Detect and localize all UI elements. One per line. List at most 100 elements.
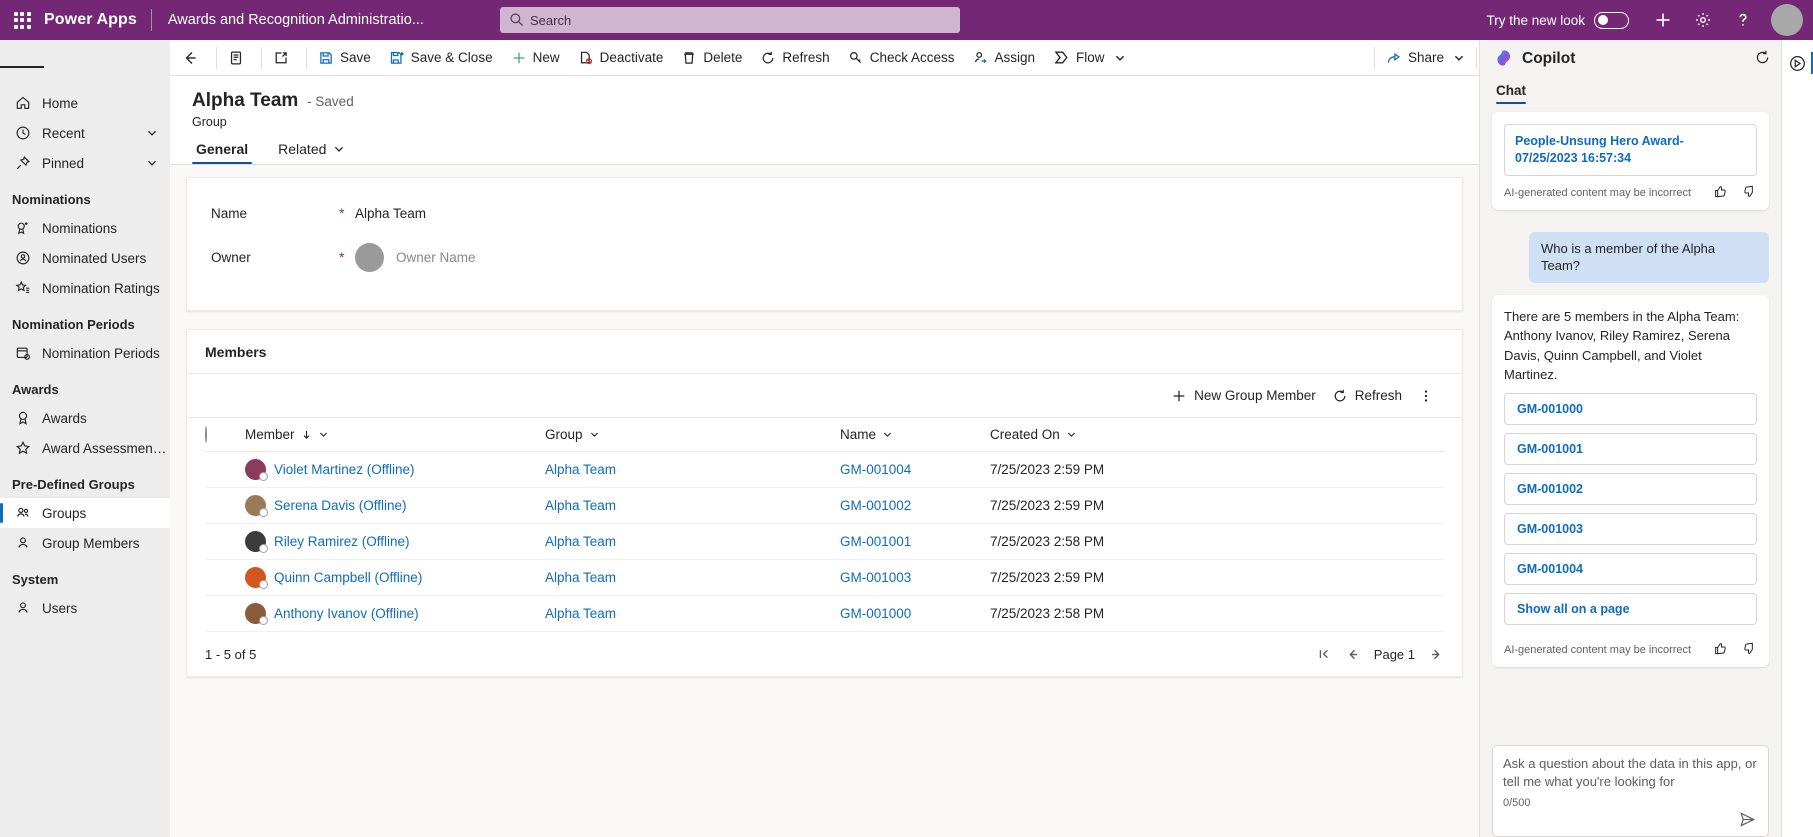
sidebar-item-awards[interactable]: Awards — [0, 403, 170, 433]
previous-page-button[interactable] — [1345, 647, 1360, 662]
tab-general[interactable]: General — [192, 141, 253, 164]
name-link[interactable]: GM-001002 — [840, 498, 911, 513]
chevron-down-icon[interactable] — [583, 429, 600, 440]
cell-member[interactable]: Serena Davis (Offline) — [245, 487, 545, 524]
show-all-on-page-button[interactable]: Show all on a page — [1504, 592, 1757, 625]
cell-group[interactable]: Alpha Team — [545, 487, 840, 524]
field-value-owner[interactable]: Owner Name — [355, 242, 476, 272]
cell-name[interactable]: GM-001004 — [840, 451, 990, 488]
group-link[interactable]: Alpha Team — [545, 498, 616, 513]
thumbs-up-icon[interactable] — [1713, 184, 1728, 202]
table-row[interactable]: Violet Martinez (Offline) Alpha Team GM-… — [205, 451, 1444, 488]
flow-button[interactable]: Flow — [1044, 40, 1135, 76]
table-row[interactable]: Serena Davis (Offline) Alpha Team GM-001… — [205, 487, 1444, 524]
cell-member[interactable]: Violet Martinez (Offline) — [245, 451, 545, 488]
cell-name[interactable]: GM-001003 — [840, 559, 990, 596]
new-look-toggle[interactable] — [1594, 11, 1629, 29]
cell-group[interactable]: Alpha Team — [545, 559, 840, 596]
sidebar-item-group-members[interactable]: Group Members — [0, 528, 170, 558]
thumbs-down-icon[interactable] — [1742, 184, 1757, 202]
name-link[interactable]: GM-001001 — [840, 534, 911, 549]
user-avatar[interactable] — [1771, 4, 1803, 36]
copilot-send-button[interactable] — [1503, 809, 1758, 832]
chevron-down-icon[interactable] — [876, 429, 893, 440]
back-button[interactable] — [172, 40, 214, 76]
sidebar-item-nominations[interactable]: Nominations — [0, 213, 170, 243]
copilot-input-area[interactable]: Ask a question about the data in this ap… — [1492, 744, 1769, 837]
column-header-name[interactable]: Name — [840, 418, 990, 452]
copilot-tab-chat[interactable]: Chat — [1496, 83, 1526, 104]
app-name[interactable]: Awards and Recognition Administratio... — [152, 12, 424, 28]
sidebar-item-nomination-periods[interactable]: Nomination Periods — [0, 338, 170, 368]
cell-name[interactable]: GM-001000 — [840, 595, 990, 632]
sidebar-item-award-assessment[interactable]: Award Assessment R... — [0, 433, 170, 463]
record-chip[interactable]: GM-001004 — [1504, 552, 1757, 585]
subgrid-refresh-button[interactable]: Refresh — [1324, 381, 1410, 411]
copilot-refresh-button[interactable] — [1754, 49, 1771, 69]
next-page-button[interactable] — [1429, 647, 1444, 662]
group-link[interactable]: Alpha Team — [545, 570, 616, 585]
row-select-cell[interactable] — [205, 451, 245, 488]
record-chip[interactable]: GM-001002 — [1504, 472, 1757, 505]
member-link[interactable]: Violet Martinez (Offline) — [274, 462, 415, 477]
group-link[interactable]: Alpha Team — [545, 606, 616, 621]
first-page-button[interactable] — [1317, 647, 1331, 661]
new-button[interactable]: New — [502, 40, 569, 76]
row-select-cell[interactable] — [205, 523, 245, 560]
sidebar-item-nomination-ratings[interactable]: Nomination Ratings — [0, 273, 170, 303]
tab-related[interactable]: Related — [274, 141, 349, 164]
save-and-close-button[interactable]: Save & Close — [380, 40, 502, 76]
chevron-down-icon[interactable] — [146, 157, 170, 169]
chevron-down-icon[interactable] — [312, 429, 329, 440]
row-select-cell[interactable] — [205, 559, 245, 596]
refresh-button[interactable]: Refresh — [751, 40, 838, 76]
name-link[interactable]: GM-001000 — [840, 606, 911, 621]
rail-copilot-button[interactable] — [1783, 48, 1813, 78]
share-button[interactable]: Share — [1377, 40, 1474, 76]
form-selector-button[interactable] — [219, 40, 259, 76]
help-button[interactable] — [1723, 0, 1763, 40]
thumbs-down-icon[interactable] — [1742, 641, 1757, 659]
table-row[interactable]: Quinn Campbell (Offline) Alpha Team GM-0… — [205, 559, 1444, 596]
select-all-checkbox[interactable] — [205, 426, 207, 443]
member-link[interactable]: Riley Ramirez (Offline) — [274, 534, 410, 549]
command-overflow-button[interactable] — [1135, 40, 1169, 76]
group-link[interactable]: Alpha Team — [545, 534, 616, 549]
member-link[interactable]: Quinn Campbell (Offline) — [274, 570, 422, 585]
subgrid-overflow-button[interactable] — [1410, 381, 1442, 411]
name-link[interactable]: GM-001004 — [840, 462, 911, 477]
cell-member[interactable]: Anthony Ivanov (Offline) — [245, 595, 545, 632]
search-input[interactable] — [500, 7, 960, 33]
sidebar-item-home[interactable]: Home — [0, 88, 170, 118]
cell-group[interactable]: Alpha Team — [545, 451, 840, 488]
create-button[interactable] — [1643, 0, 1683, 40]
cell-group[interactable]: Alpha Team — [545, 595, 840, 632]
sidebar-item-recent[interactable]: Recent — [0, 118, 170, 148]
column-header-group[interactable]: Group — [545, 418, 840, 452]
deactivate-button[interactable]: Deactivate — [569, 40, 673, 76]
sidebar-item-nominated-users[interactable]: Nominated Users — [0, 243, 170, 273]
record-chip[interactable]: GM-001003 — [1504, 512, 1757, 545]
sitemap-toggle-button[interactable] — [0, 46, 45, 88]
record-chip[interactable]: GM-001001 — [1504, 432, 1757, 465]
assign-button[interactable]: Assign — [964, 40, 1045, 76]
citation-card[interactable]: People-Unsung Hero Award-07/25/2023 16:5… — [1504, 124, 1757, 176]
column-header-member[interactable]: Member — [245, 418, 545, 452]
sidebar-item-pinned[interactable]: Pinned — [0, 148, 170, 178]
table-row[interactable]: Riley Ramirez (Offline) Alpha Team GM-00… — [205, 523, 1444, 560]
group-link[interactable]: Alpha Team — [545, 462, 616, 477]
save-button[interactable]: Save — [309, 40, 380, 76]
thumbs-up-icon[interactable] — [1713, 641, 1728, 659]
delete-button[interactable]: Delete — [672, 40, 751, 76]
sidebar-item-users[interactable]: Users — [0, 593, 170, 623]
sidebar-item-groups[interactable]: Groups — [0, 498, 170, 528]
chevron-down-icon[interactable] — [146, 127, 170, 139]
cell-member[interactable]: Quinn Campbell (Offline) — [245, 559, 545, 596]
chevron-down-icon[interactable] — [1060, 429, 1077, 440]
member-link[interactable]: Anthony Ivanov (Offline) — [274, 606, 419, 621]
cell-name[interactable]: GM-001002 — [840, 487, 990, 524]
cell-group[interactable]: Alpha Team — [545, 523, 840, 560]
popout-button[interactable] — [264, 40, 304, 76]
field-value-name[interactable]: Alpha Team — [355, 206, 426, 221]
member-link[interactable]: Serena Davis (Offline) — [274, 498, 407, 513]
